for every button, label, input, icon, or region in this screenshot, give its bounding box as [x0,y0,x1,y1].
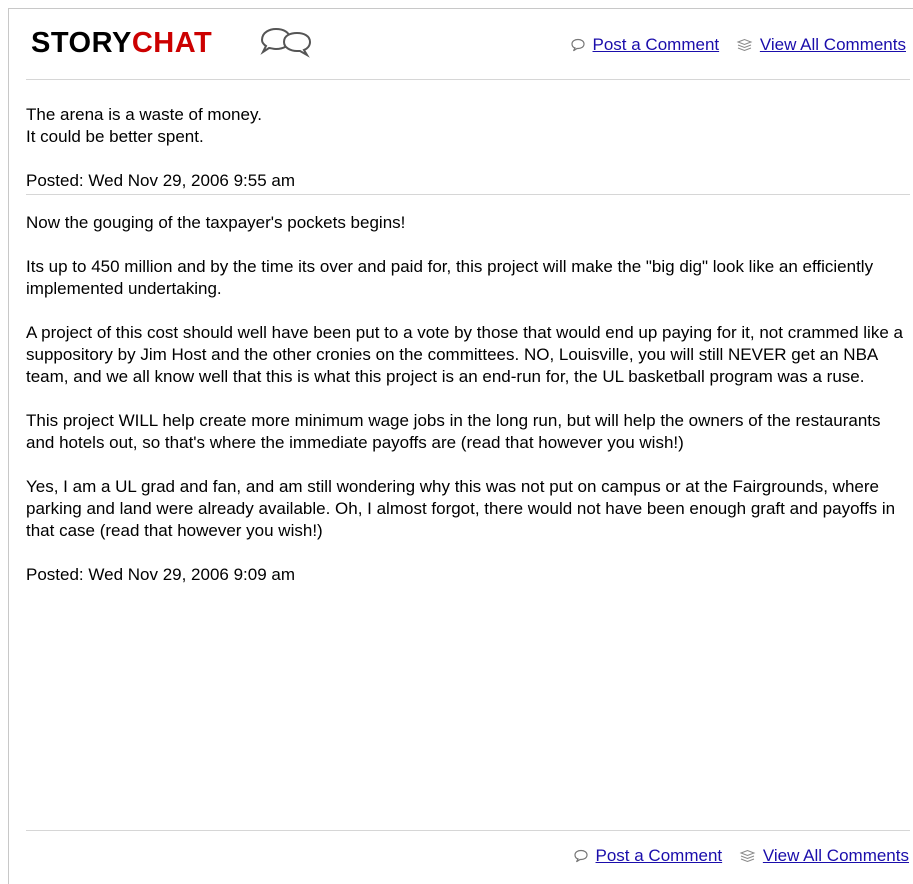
header-actions: Post a Comment View All Comments [558,34,906,58]
comment-post: The arena is a waste of money. It could … [26,104,904,214]
footer-actions: Post a Comment View All Comments [561,845,909,869]
comment-post: Now the gouging of the taxpayer's pocket… [26,212,904,608]
comment-paragraph: Its up to 450 million and by the time it… [26,257,874,298]
stacked-comments-icon [736,38,753,52]
storychat-header: STORYCHAT Post a Comment View All Commen… [26,18,910,70]
post-divider [26,194,910,195]
post-comment-link[interactable]: Post a Comment [593,34,720,56]
view-all-comments-link[interactable]: View All Comments [763,845,909,867]
stacked-comments-icon [739,849,756,863]
logo-chat-text: CHAT [131,27,213,59]
view-all-comments-link[interactable]: View All Comments [760,34,906,56]
post-comment-link[interactable]: Post a Comment [596,845,723,867]
logo-story-text: STORY [31,27,132,59]
header-divider [26,79,910,80]
posted-timestamp: Posted: Wed Nov 29, 2006 9:55 am [26,171,296,190]
comment-bubble-icon [573,849,588,863]
speech-bubbles-icon [260,27,312,58]
footer-divider [26,830,910,831]
comment-paragraph: A project of this cost should well have … [26,323,903,386]
view-all-action: View All Comments [736,34,906,56]
comment-paragraph: This project WILL help create more minim… [26,411,881,452]
post-comment-action: Post a Comment [573,845,723,867]
comment-bubble-icon [570,38,585,52]
comment-paragraph: Yes, I am a UL grad and fan, and am stil… [26,477,896,540]
post-comment-action: Post a Comment [570,34,720,56]
view-all-action: View All Comments [739,845,909,867]
comment-paragraph: Now the gouging of the taxpayer's pocket… [26,213,406,232]
posted-timestamp: Posted: Wed Nov 29, 2006 9:09 am [26,565,296,584]
comment-text: The arena is a waste of money. It could … [26,105,262,146]
storychat-logo: STORYCHAT [31,26,212,60]
